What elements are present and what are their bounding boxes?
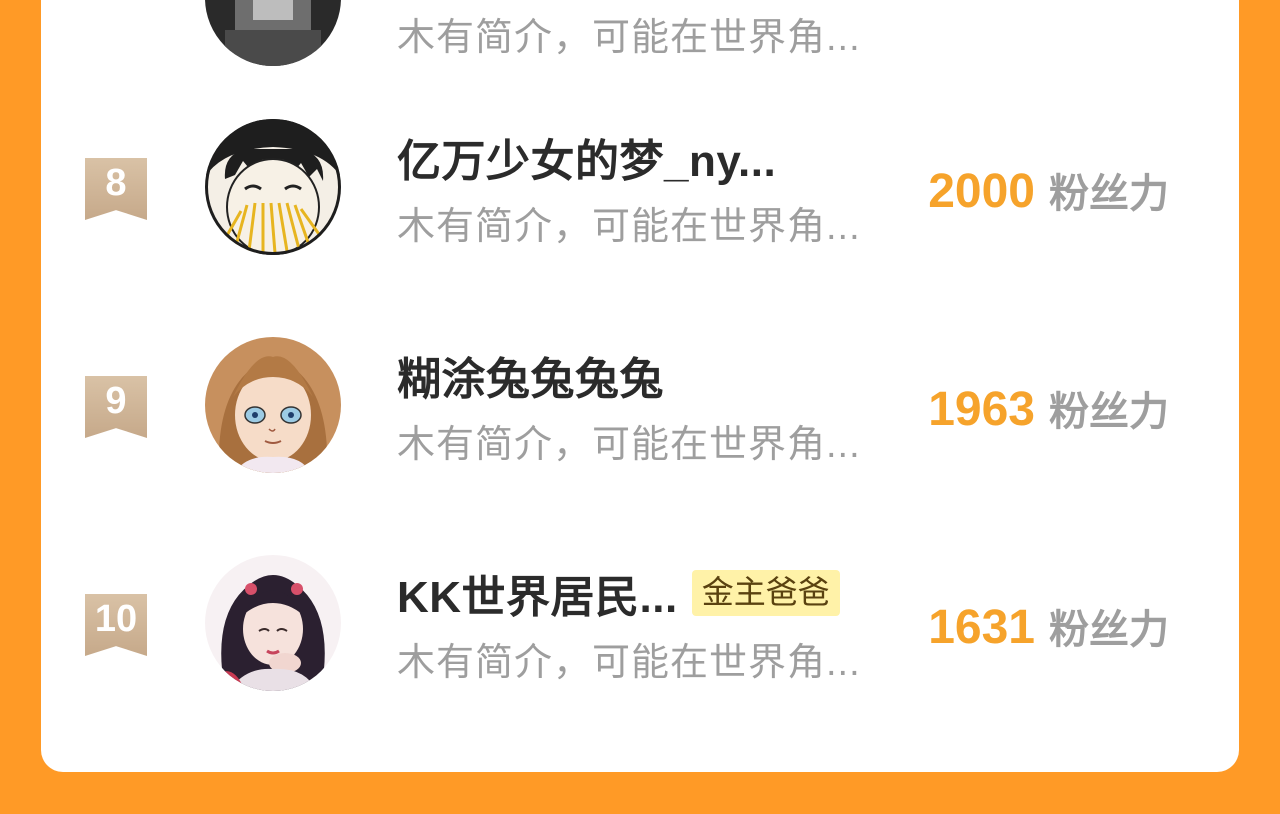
ranking-card: 木有简介，可能在世界角... 8 亿万少女的梦_ny... 木有简介，可能在世界…: [41, 0, 1239, 772]
list-item[interactable]: 木有简介，可能在世界角...: [41, 0, 1239, 80]
user-name[interactable]: 亿万少女的梦_ny...: [397, 125, 776, 189]
vip-badge: 金主爸爸: [691, 570, 840, 616]
fan-power-value: 1963: [928, 383, 1035, 436]
user-bio: 木有简介，可能在世界角...: [397, 206, 861, 248]
user-bio: 木有简介，可能在世界角...: [397, 424, 861, 466]
rank-badge: 10: [85, 594, 147, 656]
user-name-line: 亿万少女的梦_ny...: [397, 127, 776, 187]
fan-power-value: 2000: [928, 165, 1035, 218]
fan-power: 2000 粉丝力: [928, 161, 1169, 219]
anime-girl-icon: [205, 337, 341, 473]
list-item[interactable]: 9 糊涂兔兔兔兔 木有简介，可能在世界角... 1963 粉丝力: [41, 337, 1239, 487]
fan-power-unit: 粉丝力: [1049, 172, 1169, 216]
user-bio: 木有简介，可能在世界角...: [397, 642, 861, 684]
user-name[interactable]: KK世界居民...: [397, 561, 678, 625]
avatar[interactable]: [205, 119, 341, 255]
avatar[interactable]: [205, 555, 341, 691]
fan-power-value: 1631: [928, 601, 1035, 654]
boy-eating-noodles-icon: [205, 119, 341, 255]
fan-power-unit: 粉丝力: [1049, 390, 1169, 434]
dark-hair-avatar-icon: [205, 0, 341, 66]
fan-power-unit: 粉丝力: [1049, 608, 1169, 652]
avatar[interactable]: [205, 337, 341, 473]
rank-badge: 8: [85, 158, 147, 220]
rank-badge: 9: [85, 376, 147, 438]
fan-power: 1631 粉丝力: [928, 597, 1169, 655]
list-item[interactable]: 8 亿万少女的梦_ny... 木有简介，可能在世界角... 2000 粉丝力: [41, 119, 1239, 269]
fan-power: 1963 粉丝力: [928, 379, 1169, 437]
illustrated-girl-icon: [205, 555, 341, 691]
list-item[interactable]: 10 KK世界居民... 金主爸爸 木有简介，可能在世界角... 1631 粉丝…: [41, 555, 1239, 705]
user-name[interactable]: 糊涂兔兔兔兔: [397, 343, 664, 407]
avatar[interactable]: [205, 0, 341, 66]
user-name-line: KK世界居民... 金主爸爸: [397, 563, 840, 623]
user-name-line: 糊涂兔兔兔兔: [397, 345, 664, 405]
user-bio: 木有简介，可能在世界角...: [397, 17, 861, 59]
